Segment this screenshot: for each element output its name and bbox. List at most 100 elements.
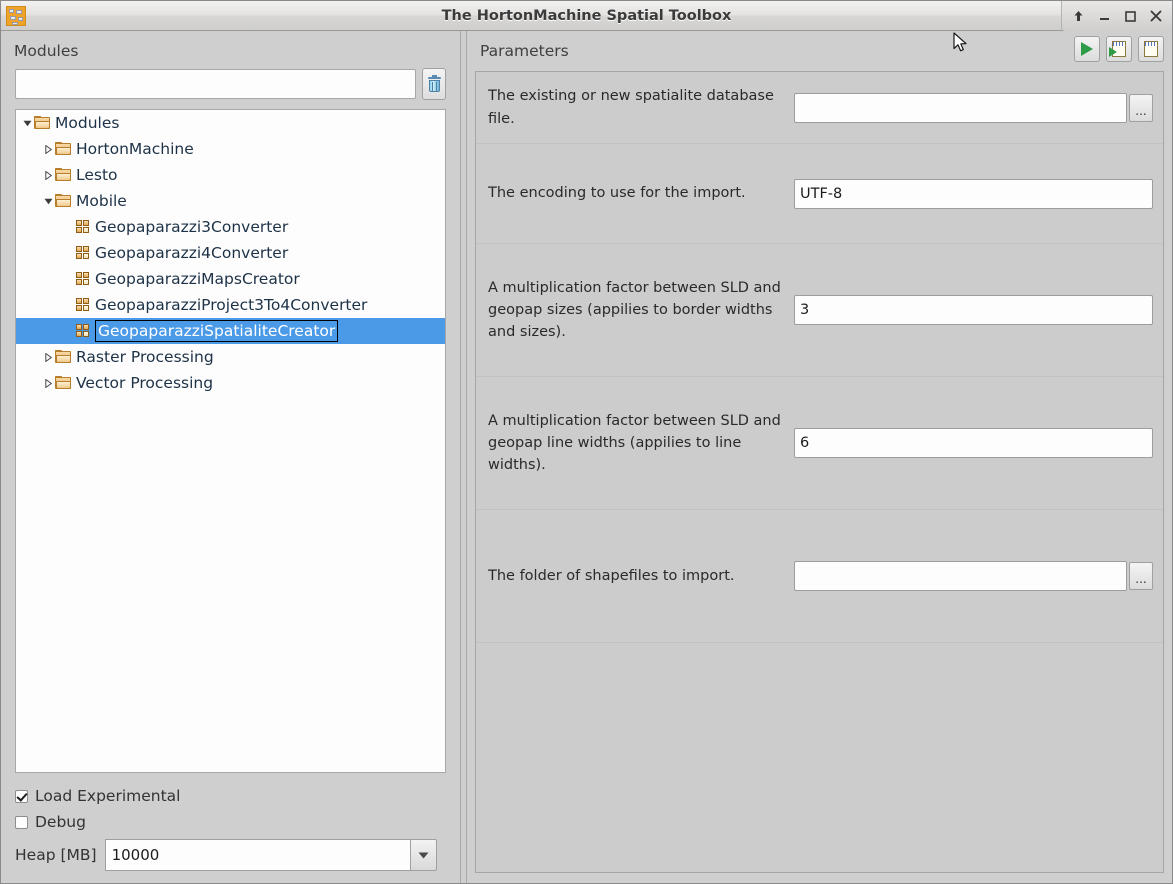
- chevron-down-icon[interactable]: [42, 188, 55, 214]
- tree-item-label: GeopaparazziProject3To4Converter: [95, 296, 368, 314]
- tree-item[interactable]: GeopaparazziProject3To4Converter: [16, 292, 445, 318]
- parameter-label: The existing or new spatialite database …: [488, 88, 774, 127]
- shade-button[interactable]: [1065, 2, 1091, 30]
- parameter-field-wrap: ...: [794, 92, 1163, 123]
- folder-icon: [34, 116, 51, 130]
- modules-search-row: [1, 68, 460, 100]
- tree-item-label: Modules: [55, 114, 120, 132]
- parameter-row: The existing or new spatialite database …: [476, 72, 1163, 144]
- parameters-header: Parameters: [467, 31, 1172, 71]
- heap-row: Heap [MB]: [15, 839, 446, 871]
- main-body: Modules Modules HortonMachine Lesto Mobile G…: [1, 31, 1172, 883]
- parameter-label: The folder of shapefiles to import.: [488, 567, 735, 584]
- load-experimental-row[interactable]: Load Experimental: [15, 783, 446, 809]
- tree-item-label: Vector Processing: [76, 374, 214, 392]
- modules-tree[interactable]: Modules HortonMachine Lesto Mobile Geopapara…: [15, 109, 446, 773]
- clear-search-button[interactable]: [422, 68, 446, 100]
- folder-icon: [55, 142, 72, 156]
- debug-row[interactable]: Debug: [15, 809, 446, 835]
- tree-item[interactable]: Modules: [16, 110, 445, 136]
- tree-item-label: HortonMachine: [76, 140, 194, 158]
- parameter-label: A multiplication factor between SLD and …: [488, 279, 781, 341]
- parameters-toolbar: [1074, 36, 1164, 62]
- chevron-right-icon[interactable]: [42, 162, 55, 188]
- maximize-button[interactable]: [1117, 2, 1143, 30]
- module-icon: [76, 271, 91, 287]
- module-icon: [76, 245, 91, 261]
- encoding-field[interactable]: [794, 178, 1153, 209]
- folder-icon: [55, 376, 72, 390]
- debug-checkbox[interactable]: [15, 815, 28, 829]
- chevron-down-icon[interactable]: [21, 110, 34, 136]
- tree-item[interactable]: Lesto: [16, 162, 445, 188]
- panel-splitter[interactable]: [460, 31, 467, 883]
- application-window: The HortonMachine Spatial Toolbox Module…: [0, 0, 1173, 884]
- tree-item[interactable]: Mobile: [16, 188, 445, 214]
- tree-item[interactable]: HortonMachine: [16, 136, 445, 162]
- chevron-right-icon[interactable]: [42, 344, 55, 370]
- parameter-row: The folder of shapefiles to import....: [476, 510, 1163, 643]
- close-button[interactable]: [1143, 2, 1169, 30]
- parameters-panel: Parameters The existing or new spatialit…: [467, 31, 1172, 883]
- parameter-field-wrap: ...: [794, 561, 1163, 591]
- tree-item-label: Geopaparazzi3Converter: [95, 218, 289, 236]
- modules-search-input[interactable]: [15, 69, 416, 99]
- tree-item-label: Geopaparazzi4Converter: [95, 244, 289, 262]
- chevron-right-icon[interactable]: [42, 136, 55, 162]
- parameter-row: The encoding to use for the import.: [476, 144, 1163, 244]
- play-icon: [1081, 42, 1093, 56]
- browse-button[interactable]: ...: [1129, 562, 1153, 590]
- tree-item-label: Mobile: [76, 192, 127, 210]
- parameter-row: A multiplication factor between SLD and …: [476, 377, 1163, 510]
- tree-item-label: GeopaparazziSpatialiteCreator: [95, 320, 339, 342]
- sld-geopap-linewidth-factor-field[interactable]: [794, 428, 1153, 458]
- tree-item[interactable]: Raster Processing: [16, 344, 445, 370]
- folder-icon: [55, 350, 72, 364]
- app-icon: [6, 5, 26, 26]
- tree-item-label: Raster Processing: [76, 348, 214, 366]
- tree-item[interactable]: Geopaparazzi4Converter: [16, 240, 445, 266]
- load-experimental-label: Load Experimental: [35, 787, 181, 805]
- tree-item[interactable]: Geopaparazzi3Converter: [16, 214, 445, 240]
- shapefiles-folder-field[interactable]: [794, 561, 1127, 591]
- heap-input[interactable]: [104, 839, 410, 871]
- run-button[interactable]: [1074, 36, 1100, 62]
- generate-script-button[interactable]: [1138, 36, 1164, 62]
- tree-item-label: GeopaparazziMapsCreator: [95, 270, 300, 288]
- sld-geopap-size-factor-field[interactable]: [794, 295, 1153, 325]
- chevron-right-icon[interactable]: [42, 370, 55, 396]
- notepad-icon: [1144, 41, 1158, 57]
- notepad-run-icon: [1109, 41, 1126, 57]
- tree-item[interactable]: Vector Processing: [16, 370, 445, 396]
- modules-panel: Modules Modules HortonMachine Lesto Mobile G…: [1, 31, 460, 883]
- parameter-row: A multiplication factor between SLD and …: [476, 244, 1163, 377]
- window-title: The HortonMachine Spatial Toolbox: [441, 7, 732, 24]
- debug-label: Debug: [35, 813, 86, 831]
- folder-icon: [55, 194, 72, 208]
- parameter-field-wrap: [794, 295, 1163, 325]
- tree-item[interactable]: GeopaparazziMapsCreator: [16, 266, 445, 292]
- browse-button[interactable]: ...: [1129, 93, 1153, 122]
- module-icon: [76, 219, 91, 235]
- heap-label: Heap [MB]: [15, 846, 97, 864]
- folder-icon: [55, 168, 72, 182]
- parameter-label: A multiplication factor between SLD and …: [488, 412, 781, 474]
- heap-dropdown-button[interactable]: [409, 839, 437, 871]
- title-bar: The HortonMachine Spatial Toolbox: [1, 1, 1172, 31]
- parameter-field-wrap: [794, 178, 1163, 209]
- minimize-button[interactable]: [1091, 2, 1117, 30]
- module-icon: [76, 297, 91, 313]
- left-bottom-controls: Load Experimental Debug Heap [MB]: [1, 773, 460, 883]
- parameters-list: The existing or new spatialite database …: [475, 71, 1164, 873]
- chevron-down-icon: [418, 852, 429, 858]
- spatialite-database-file-field[interactable]: [794, 92, 1127, 123]
- load-experimental-checkbox[interactable]: [15, 789, 28, 803]
- tree-item[interactable]: GeopaparazziSpatialiteCreator: [16, 318, 445, 344]
- tree-item-label: Lesto: [76, 166, 118, 184]
- run-script-button[interactable]: [1106, 36, 1132, 62]
